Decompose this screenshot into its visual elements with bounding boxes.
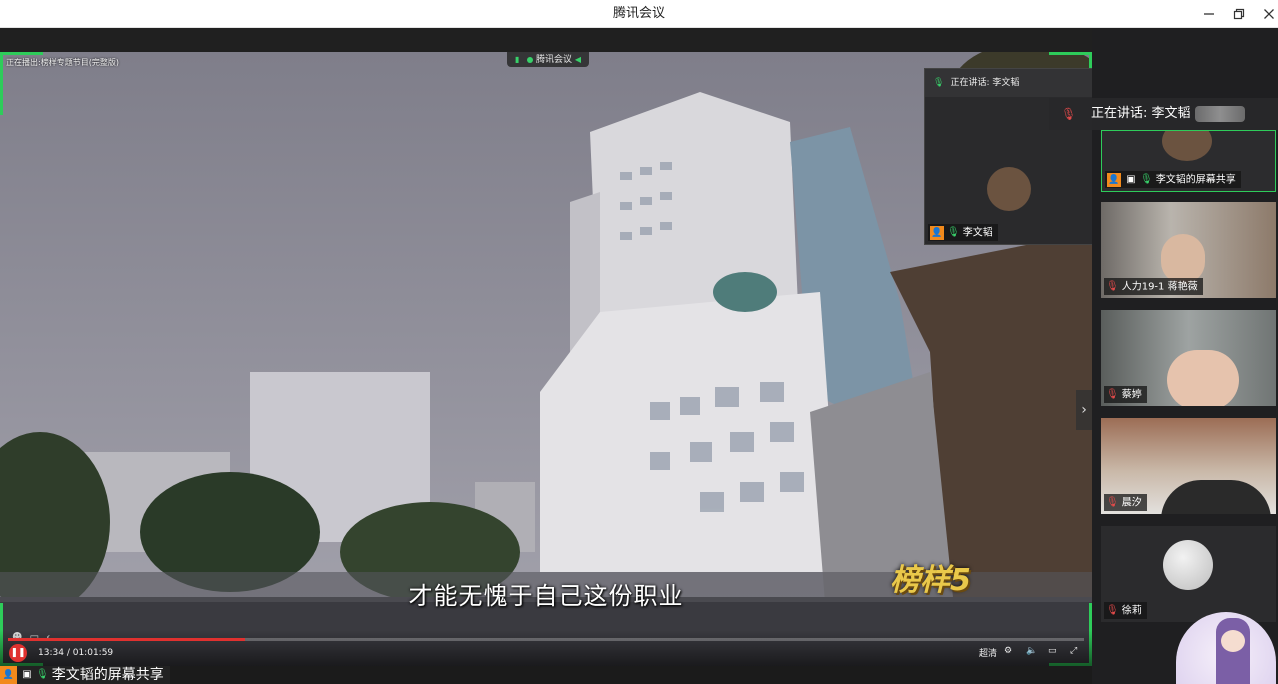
window-title: 腾讯会议 [612, 6, 665, 21]
fullscreen-icon[interactable]: ⤢ [1070, 646, 1077, 656]
participant-name: 人力19-1 蒋艳薇 [1121, 281, 1198, 293]
participant-nametag: 🎙 徐莉 [1104, 602, 1147, 619]
minimize-icon [1204, 13, 1214, 15]
screen-share-icon: ▣ [1126, 173, 1136, 185]
signal-icon: ▮ [515, 55, 520, 64]
face [1167, 350, 1239, 406]
next-page-arrow[interactable]: › [1076, 390, 1092, 430]
mic-icon: 🎙 [947, 227, 960, 238]
mic-off-icon: 🎙 [1106, 389, 1119, 400]
minimize-button[interactable] [1194, 0, 1224, 27]
now-playing-label: 正在播出:榜样专题节目(完整版) [6, 58, 119, 67]
pause-icon: ❚❚ [10, 648, 26, 658]
chevron-right-icon: › [1081, 402, 1087, 418]
mic-off-icon: 🎙 [1061, 107, 1077, 121]
time-separator: / [66, 648, 70, 658]
participant-tile[interactable]: 🎙 徐莉 [1101, 526, 1276, 622]
mic-off-icon: 🎙 [1106, 497, 1119, 508]
playback-time: 13:34 / 01:01:59 [38, 648, 113, 658]
speaking-banner: 🎙 正在讲话: 李文韬 [1049, 98, 1278, 130]
speaker-icon: ◀ [574, 55, 582, 64]
participant-name: 蔡婷 [1121, 389, 1142, 401]
participant-name: 徐莉 [1121, 605, 1142, 617]
participant-tile[interactable]: 🎙 晨汐 [1101, 418, 1276, 514]
mic-off-icon: 🎙 [1106, 605, 1119, 616]
progress-fill [8, 638, 245, 641]
title-bar: 腾讯会议 [0, 0, 1278, 28]
participant-name: 李文韬的屏幕共享 [1155, 174, 1236, 186]
volume-icon[interactable]: 🔈 [1026, 646, 1037, 656]
share-top-strip [0, 28, 1092, 52]
user-icon: 👤 [930, 225, 944, 240]
screen-share-label: 李文韬的屏幕共享 [51, 667, 164, 683]
quality-button[interactable]: 超清 [979, 646, 997, 659]
user-icon: 👤 [1107, 172, 1121, 187]
meeting-brand-pill[interactable]: ▮ 腾讯会议 ◀ [507, 52, 590, 67]
pause-button[interactable]: ❚❚ [9, 644, 27, 662]
sticker-face [1221, 630, 1245, 652]
participant-tile[interactable]: 👤 ▣ 🎙 李文韬的屏幕共享 [1101, 130, 1276, 192]
settings-icon[interactable]: ⚙ [1004, 646, 1012, 656]
mic-off-icon: 🎙 [1106, 281, 1119, 292]
user-icon: 👤 [0, 666, 17, 684]
total-time: 01:01:59 [72, 648, 114, 658]
participant-nametag: 🎙 蔡婷 [1104, 386, 1147, 403]
pip-speaking-label: 正在讲话: 李文韬 [950, 78, 1020, 88]
screen-share-tag: 👤 ▣ 🎙 李文韬的屏幕共享 [0, 666, 170, 684]
brand-label: 腾讯会议 [536, 55, 573, 65]
participant-nametag: 🎙 晨汐 [1104, 494, 1147, 511]
participant-nametag: 👤 ▣ 🎙 李文韬的屏幕共享 [1105, 171, 1241, 188]
window-mode-icon[interactable]: ▭ [1048, 646, 1057, 656]
close-button[interactable] [1254, 0, 1278, 27]
participant-nametag: 🎙 人力19-1 蒋艳薇 [1104, 278, 1203, 295]
progress-bar[interactable] [8, 638, 1084, 641]
status-dot-icon [527, 56, 533, 63]
mic-icon: 🎙 [36, 669, 49, 680]
speaker-pip[interactable]: 🎙 正在讲话: 李文韬 👤 🎙 李文韬 [924, 68, 1093, 245]
mic-icon: 🎙 [933, 78, 945, 88]
pip-avatar [987, 167, 1031, 211]
avatar [1163, 540, 1213, 590]
participant-name: 晨汐 [1121, 497, 1142, 509]
screen-share-icon: ▣ [22, 669, 32, 680]
current-time: 13:34 [38, 648, 64, 658]
blurred-name [1195, 106, 1245, 122]
participant-tile[interactable]: 🎙 蔡婷 [1101, 310, 1276, 406]
pip-nametag: 👤 🎙 李文韬 [928, 224, 998, 241]
mic-icon: 🎙 [1140, 174, 1153, 185]
show-logo: 榜样5 [890, 563, 971, 598]
pip-header: 🎙 正在讲话: 李文韬 [925, 69, 1092, 97]
avatar [1162, 131, 1212, 161]
player-bar [0, 630, 1092, 666]
restore-button[interactable] [1224, 0, 1254, 27]
pip-name: 李文韬 [962, 227, 993, 239]
participant-tile[interactable]: 🎙 人力19-1 蒋艳薇 [1101, 202, 1276, 298]
close-icon [1264, 9, 1274, 19]
restore-icon [1233, 8, 1245, 20]
speaking-label: 正在讲话: 李文韬 [1091, 106, 1191, 121]
face [1161, 234, 1205, 284]
